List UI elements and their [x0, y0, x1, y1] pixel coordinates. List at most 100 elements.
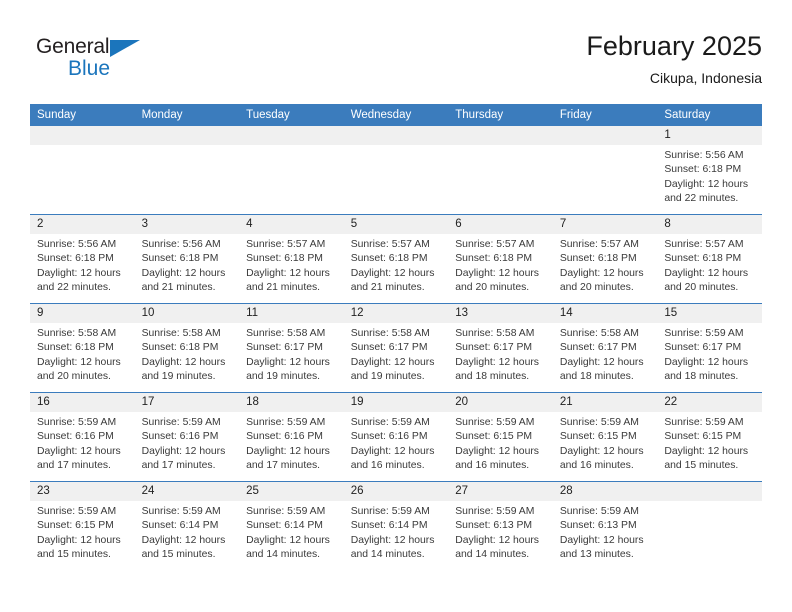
day-info-line: and 20 minutes. — [664, 282, 739, 294]
logo-top-row: General — [36, 36, 236, 59]
day-info-line: and 20 minutes. — [37, 371, 111, 383]
calendar-day-cell[interactable]: 24 Sunrise: 5:59 AM Sunset: 6:14 PM Dayligh… — [134, 481, 240, 570]
day-info-line: Daylight: 12 hours — [141, 534, 226, 546]
day-info-line: Sunrise: 5:58 AM — [350, 328, 430, 339]
calendar-day-cell[interactable]: 15 Sunrise: 5:59 AM Sunset: 6:17 PM Dayligh… — [657, 303, 762, 393]
calendar-week-row: 23 Sunrise: 5:59 AM Sunset: 6:15 PM Dayligh… — [30, 481, 762, 570]
calendar-day-cell[interactable]: 20 Sunrise: 5:59 AM Sunset: 6:15 PM Dayligh… — [448, 392, 553, 482]
calendar-day-cell[interactable]: 17 Sunrise: 5:59 AM Sunset: 6:16 PM Dayligh… — [134, 392, 240, 482]
calendar-week-row: 16 Sunrise: 5:59 AM Sunset: 6:16 PM Dayligh… — [30, 392, 762, 482]
day-info-line: Sunrise: 5:59 AM — [664, 328, 744, 339]
day-info-line: and 20 minutes. — [559, 282, 634, 294]
day-info-line: Daylight: 12 hours — [559, 534, 644, 546]
calendar-day-cell-empty — [343, 126, 449, 215]
calendar-day-cell[interactable]: 21 Sunrise: 5:59 AM Sunset: 6:15 PM Dayligh… — [552, 392, 658, 482]
day-info-line: Daylight: 12 hours — [141, 356, 226, 368]
calendar-week-row: 2 Sunrise: 5:56 AM Sunset: 6:18 PM Daylight… — [30, 214, 762, 304]
calendar-day-cell[interactable]: 1 Sunrise: 5:56 AM Sunset: 6:18 PM Daylight… — [657, 126, 762, 215]
calendar-day-cell[interactable]: 4 Sunrise: 5:57 AM Sunset: 6:18 PM Daylight… — [239, 214, 344, 304]
day-info-line: Sunrise: 5:59 AM — [455, 417, 535, 428]
calendar-day-cell[interactable]: 11 Sunrise: 5:58 AM Sunset: 6:17 PM Dayligh… — [239, 303, 344, 393]
day-info-line: Daylight: 12 hours — [37, 445, 121, 457]
calendar-day-cell-empty — [448, 126, 553, 215]
calendar-week-row: 9 Sunrise: 5:58 AM Sunset: 6:18 PM Daylight… — [30, 303, 762, 393]
day-sun-info: Sunrise: 5:58 AM Sunset: 6:17 PM Daylight:… — [344, 323, 449, 385]
day-number: 20 — [448, 393, 553, 412]
calendar-day-cell[interactable]: 6 Sunrise: 5:57 AM Sunset: 6:18 PM Daylight… — [448, 214, 553, 304]
calendar-day-cell[interactable]: 27 Sunrise: 5:59 AM Sunset: 6:13 PM Dayligh… — [448, 481, 553, 570]
day-number: 25 — [239, 482, 344, 501]
day-sun-info: Sunrise: 5:58 AM Sunset: 6:18 PM Daylight:… — [30, 323, 135, 385]
calendar-day-cell[interactable]: 14 Sunrise: 5:58 AM Sunset: 6:17 PM Dayligh… — [552, 303, 658, 393]
calendar-day-cell[interactable]: 12 Sunrise: 5:58 AM Sunset: 6:17 PM Dayligh… — [343, 303, 449, 393]
day-info-line: Sunset: 6:18 PM — [455, 253, 533, 265]
month-calendar: Sunday Monday Tuesday Wednesday Thursday Frid… — [30, 104, 762, 570]
general-blue-logo[interactable]: General Blue — [36, 36, 236, 92]
calendar-week-row: 1 Sunrise: 5:56 AM Sunset: 6:18 PM Daylight… — [30, 126, 762, 215]
weekday-header-sunday: Sunday — [30, 104, 135, 126]
calendar-day-cell[interactable]: 19 Sunrise: 5:59 AM Sunset: 6:16 PM Dayligh… — [343, 392, 449, 482]
calendar-day-cell[interactable]: 28 Sunrise: 5:59 AM Sunset: 6:13 PM Dayligh… — [552, 481, 658, 570]
calendar-day-cell[interactable]: 9 Sunrise: 5:58 AM Sunset: 6:18 PM Daylight… — [30, 303, 135, 393]
day-info-line: Sunrise: 5:57 AM — [246, 239, 326, 250]
day-info-line: Sunset: 6:15 PM — [455, 431, 533, 443]
logo-text-blue: Blue — [68, 57, 111, 80]
day-sun-info: Sunrise: 5:59 AM Sunset: 6:17 PM Daylight:… — [657, 323, 762, 385]
calendar-day-cell[interactable]: 16 Sunrise: 5:59 AM Sunset: 6:16 PM Dayligh… — [30, 392, 135, 482]
calendar-day-cell[interactable]: 7 Sunrise: 5:57 AM Sunset: 6:18 PM Daylight… — [552, 214, 658, 304]
day-info-line: Sunset: 6:16 PM — [37, 431, 114, 443]
title-block: February 2025 Cikupa, Indonesia — [586, 30, 762, 88]
day-info-line: Daylight: 12 hours — [455, 534, 539, 546]
calendar-day-cell[interactable]: 26 Sunrise: 5:59 AM Sunset: 6:14 PM Dayligh… — [343, 481, 449, 570]
day-number — [30, 126, 135, 145]
day-info-line: Sunset: 6:16 PM — [141, 431, 219, 443]
day-sun-info: Sunrise: 5:59 AM Sunset: 6:14 PM Daylight:… — [239, 501, 344, 563]
weekday-header-monday: Monday — [134, 104, 240, 126]
day-number: 28 — [552, 482, 658, 501]
day-info-line: Daylight: 12 hours — [455, 356, 539, 368]
day-info-line: and 18 minutes. — [455, 371, 530, 383]
day-info-line: Daylight: 12 hours — [664, 356, 749, 368]
day-info-line: Sunrise: 5:59 AM — [664, 417, 744, 428]
calendar-day-cell[interactable]: 13 Sunrise: 5:58 AM Sunset: 6:17 PM Dayligh… — [448, 303, 553, 393]
day-number: 17 — [134, 393, 240, 412]
day-info-line: Sunset: 6:18 PM — [37, 342, 114, 354]
calendar-day-cell[interactable]: 22 Sunrise: 5:59 AM Sunset: 6:15 PM Dayligh… — [657, 392, 762, 482]
day-info-line: Sunset: 6:15 PM — [559, 431, 637, 443]
day-sun-info: Sunrise: 5:59 AM Sunset: 6:16 PM Daylight:… — [239, 412, 344, 474]
day-info-line: Daylight: 12 hours — [559, 445, 644, 457]
day-sun-info: Sunrise: 5:57 AM Sunset: 6:18 PM Daylight:… — [657, 234, 762, 296]
day-info-line: and 22 minutes. — [37, 282, 111, 294]
day-sun-info: Sunrise: 5:59 AM Sunset: 6:15 PM Daylight:… — [553, 412, 658, 474]
calendar-day-cell[interactable]: 10 Sunrise: 5:58 AM Sunset: 6:18 PM Dayligh… — [134, 303, 240, 393]
page-title: February 2025 — [586, 31, 762, 61]
calendar-day-cell[interactable]: 25 Sunrise: 5:59 AM Sunset: 6:14 PM Dayligh… — [239, 481, 344, 570]
weekday-header-tuesday: Tuesday — [239, 104, 344, 126]
calendar-day-cell[interactable]: 8 Sunrise: 5:57 AM Sunset: 6:18 PM Daylight… — [657, 214, 762, 304]
day-sun-info: Sunrise: 5:59 AM Sunset: 6:14 PM Daylight:… — [344, 501, 449, 563]
day-info-line: and 17 minutes. — [246, 460, 321, 472]
day-number: 26 — [343, 482, 449, 501]
calendar-day-cell[interactable]: 3 Sunrise: 5:56 AM Sunset: 6:18 PM Daylight… — [134, 214, 240, 304]
day-sun-info: Sunrise: 5:59 AM Sunset: 6:14 PM Daylight:… — [135, 501, 240, 563]
day-info-line: Sunrise: 5:57 AM — [664, 239, 744, 250]
day-sun-info — [448, 145, 553, 149]
day-info-line: and 19 minutes. — [350, 371, 425, 383]
calendar-day-cell[interactable]: 5 Sunrise: 5:57 AM Sunset: 6:18 PM Daylight… — [343, 214, 449, 304]
day-info-line: Daylight: 12 hours — [141, 445, 226, 457]
day-info-line: Daylight: 12 hours — [350, 445, 435, 457]
calendar-header-row: Sunday Monday Tuesday Wednesday Thursday Frid… — [30, 104, 762, 126]
day-info-line: Daylight: 12 hours — [37, 356, 121, 368]
day-info-line: and 16 minutes. — [455, 460, 530, 472]
day-number: 10 — [134, 304, 240, 323]
day-number: 6 — [448, 215, 553, 234]
day-info-line: and 21 minutes. — [350, 282, 425, 294]
calendar-day-cell[interactable]: 18 Sunrise: 5:59 AM Sunset: 6:16 PM Dayligh… — [239, 392, 344, 482]
calendar-day-cell[interactable]: 23 Sunrise: 5:59 AM Sunset: 6:15 PM Dayligh… — [30, 481, 135, 570]
day-info-line: Sunrise: 5:58 AM — [559, 328, 639, 339]
day-info-line: and 14 minutes. — [350, 549, 425, 561]
day-info-line: and 15 minutes. — [37, 549, 111, 561]
day-sun-info: Sunrise: 5:59 AM Sunset: 6:16 PM Daylight:… — [344, 412, 449, 474]
calendar-day-cell[interactable]: 2 Sunrise: 5:56 AM Sunset: 6:18 PM Daylight… — [30, 214, 135, 304]
day-info-line: Daylight: 12 hours — [246, 534, 330, 546]
